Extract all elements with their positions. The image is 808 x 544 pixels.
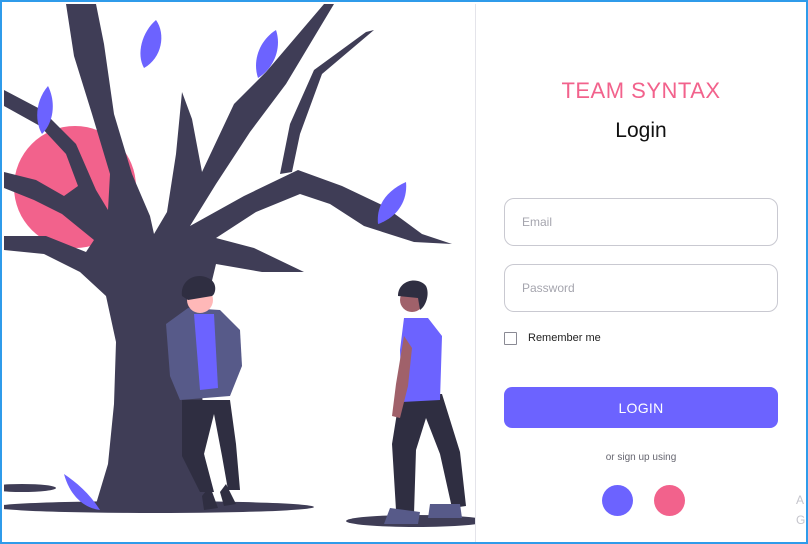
two-people-under-tree-illustration — [4, 4, 475, 527]
password-field[interactable] — [504, 264, 778, 312]
login-panel: TEAM SYNTAX Login Remember me LOGIN or s… — [476, 4, 806, 542]
remember-label: Remember me — [528, 332, 601, 344]
app-window: TEAM SYNTAX Login Remember me LOGIN or s… — [0, 0, 808, 544]
watermark-line1: A — [796, 493, 805, 507]
watermark-text: A G — [796, 490, 805, 530]
remember-me[interactable]: Remember me — [504, 330, 601, 346]
watermark-line2: G — [796, 513, 806, 527]
pink-circle-icon[interactable] — [654, 485, 685, 516]
illustration-panel — [4, 4, 475, 542]
signup-caption: or sign up using — [605, 452, 677, 463]
email-field[interactable] — [504, 198, 778, 246]
remember-checkbox[interactable] — [504, 331, 517, 345]
brand-title: TEAM SYNTAX — [561, 78, 721, 103]
purple-circle-icon[interactable] — [602, 485, 633, 516]
login-button[interactable]: LOGIN — [504, 387, 778, 428]
person-standing — [384, 280, 466, 524]
page-title: Login — [615, 119, 667, 142]
